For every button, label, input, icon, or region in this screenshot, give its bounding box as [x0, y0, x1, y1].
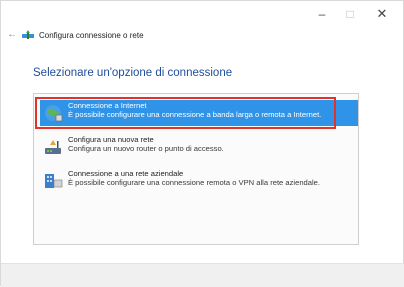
maximize-button[interactable]: □ [341, 7, 359, 21]
option-title: Configura una nuova rete [68, 135, 154, 144]
option-title: Connessione a Internet [68, 101, 147, 110]
window-title: Configura connessione o rete [39, 31, 144, 40]
setup-connection-window: – □ ✕ ← Configura connessione o rete Sel… [0, 0, 404, 287]
option-description: È possibile configurare una connessione … [68, 178, 321, 187]
option-description: È possibile configurare una connessione … [68, 110, 322, 119]
title-bar: – □ ✕ [1, 1, 404, 31]
network-setup-icon [22, 30, 34, 39]
page-title: Selezionare un'opzione di connessione [33, 67, 233, 79]
globe-network-icon [45, 105, 63, 122]
option-new-network[interactable]: Configura una nuova rete Configura un nu… [40, 134, 358, 160]
option-title: Connessione a una rete aziendale [68, 169, 184, 178]
router-icon [45, 140, 61, 154]
close-button[interactable]: ✕ [373, 7, 391, 21]
back-button[interactable]: ← [7, 29, 17, 40]
connection-options-list: Connessione a Internet È possibile confi… [33, 93, 359, 245]
minimize-button[interactable]: – [313, 7, 331, 21]
option-workplace-connection[interactable]: Connessione a una rete aziendale È possi… [40, 168, 358, 194]
option-internet-connection[interactable]: Connessione a Internet È possibile confi… [40, 100, 358, 126]
option-description: Configura un nuovo router o punto di acc… [68, 144, 224, 153]
footer-bar [1, 263, 404, 287]
workplace-icon [45, 174, 63, 188]
